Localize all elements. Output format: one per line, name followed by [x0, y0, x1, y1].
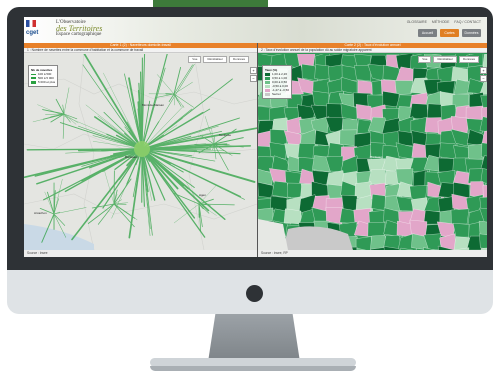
right-view-button[interactable]: Vue — [418, 56, 432, 63]
commune-cell[interactable] — [326, 183, 344, 199]
place-label: Toulouse — [219, 133, 232, 137]
nav-glossaire[interactable]: GLOSSAIRE — [407, 20, 427, 24]
commune-cell[interactable] — [367, 222, 386, 238]
nav-contact[interactable]: FAQ / CONTACT — [454, 20, 481, 24]
commune-cell[interactable] — [355, 103, 373, 121]
top-nav: GLOSSAIRE MÉTHODE FAQ / CONTACT — [407, 20, 481, 24]
place-label: Agen — [199, 193, 207, 197]
commune-cell[interactable] — [394, 80, 414, 95]
commune-cell[interactable] — [353, 207, 372, 225]
app-title: L'Observatoire des Territoires Espace ca… — [56, 20, 102, 38]
place-label: Bordeaux — [125, 155, 138, 159]
left-indicator-bar[interactable]: 1 : Nombre de navettes entre la commune … — [24, 48, 257, 53]
right-legend[interactable]: Taux (%) 1,00 à 2,26 0,50 à 1,00 0,00 à 0,… — [262, 65, 293, 99]
place-label: Arcachon — [34, 211, 47, 215]
commune-cell[interactable] — [269, 142, 288, 160]
left-map-pane: Carte 1 (2) : Navetteurs domicile-travai… — [24, 43, 257, 257]
choropleth-map[interactable] — [258, 54, 487, 250]
zoom-out-button[interactable]: − — [250, 75, 257, 82]
zoom-in-button[interactable]: + — [480, 67, 487, 74]
left-data-button[interactable]: Données — [228, 56, 249, 63]
commune-cell[interactable] — [452, 222, 470, 238]
left-footer: Source : Insee — [24, 250, 257, 257]
commune-cell[interactable] — [395, 168, 414, 186]
commune-cell[interactable] — [438, 157, 456, 173]
monitor-stand — [208, 314, 300, 362]
place-label: Bordeaux — [370, 155, 383, 159]
right-reset-button[interactable]: Réinitialiser — [433, 56, 457, 63]
right-legend-item: Secret — [265, 92, 289, 96]
left-legend-label: 5 000 et plus — [38, 80, 56, 84]
top-tab — [153, 0, 268, 7]
commune-cell[interactable] — [450, 208, 470, 225]
left-zoom-control: + − — [250, 67, 257, 82]
legend-swatch — [265, 80, 270, 84]
commune-cell[interactable] — [479, 233, 487, 250]
app-header: cget L'Observatoire des Territoires Espa… — [24, 17, 487, 43]
right-data-button[interactable]: Données — [458, 56, 479, 63]
left-view-button[interactable]: Vue — [188, 56, 202, 63]
app-title-line3: Espace cartographique — [56, 32, 102, 37]
right-footer: Source : Insee, RP — [258, 250, 487, 257]
left-map-controls: Vue Réinitialiser Données — [188, 56, 249, 63]
zoom-in-button[interactable]: + — [250, 67, 257, 74]
zoom-out-button[interactable]: − — [480, 75, 487, 82]
cget-logo: cget — [26, 30, 39, 36]
nav-methode[interactable]: MÉTHODE — [432, 20, 450, 24]
commune-cell[interactable] — [451, 66, 470, 82]
left-legend[interactable]: Nb de navettes 100 à 500 500 à 5 000 5 0… — [28, 65, 59, 87]
commune-cell[interactable] — [354, 65, 372, 82]
right-legend-label: Secret — [272, 92, 281, 96]
screen: cget L'Observatoire des Territoires Espa… — [24, 17, 487, 257]
legend-swatch — [265, 84, 270, 88]
right-map-pane: Carte 2 (2) : Taux d'évolution annuel 2 … — [258, 43, 487, 257]
place-label: Mont-de-Marsan — [142, 103, 165, 107]
legend-swatch — [265, 72, 270, 76]
right-zoom-control: + − — [480, 67, 487, 82]
legend-swatch — [265, 92, 270, 96]
left-reset-button[interactable]: Réinitialiser — [203, 56, 227, 63]
right-map-controls: Vue Réinitialiser Données — [418, 56, 479, 63]
legend-swatch — [265, 76, 270, 80]
maps-button[interactable]: Cartes — [440, 29, 459, 37]
home-button[interactable]: Accueil — [418, 29, 437, 37]
commune-cell[interactable] — [453, 145, 470, 160]
commune-cell[interactable] — [283, 208, 302, 225]
monitor-base-shadow — [150, 366, 356, 371]
flag-icon — [26, 20, 36, 27]
data-button[interactable]: Données — [462, 29, 481, 37]
right-indicator-bar[interactable]: 2 : Taux d'évolution annuel de la popula… — [258, 48, 487, 53]
legend-swatch — [265, 88, 270, 92]
header-buttons: Accueil Cartes Données — [418, 29, 481, 37]
left-legend-item: 5 000 et plus — [31, 80, 55, 84]
flow-map[interactable] — [24, 54, 257, 250]
commune-cell[interactable] — [355, 236, 373, 250]
power-icon — [246, 285, 263, 302]
commune-cell[interactable] — [438, 142, 457, 160]
